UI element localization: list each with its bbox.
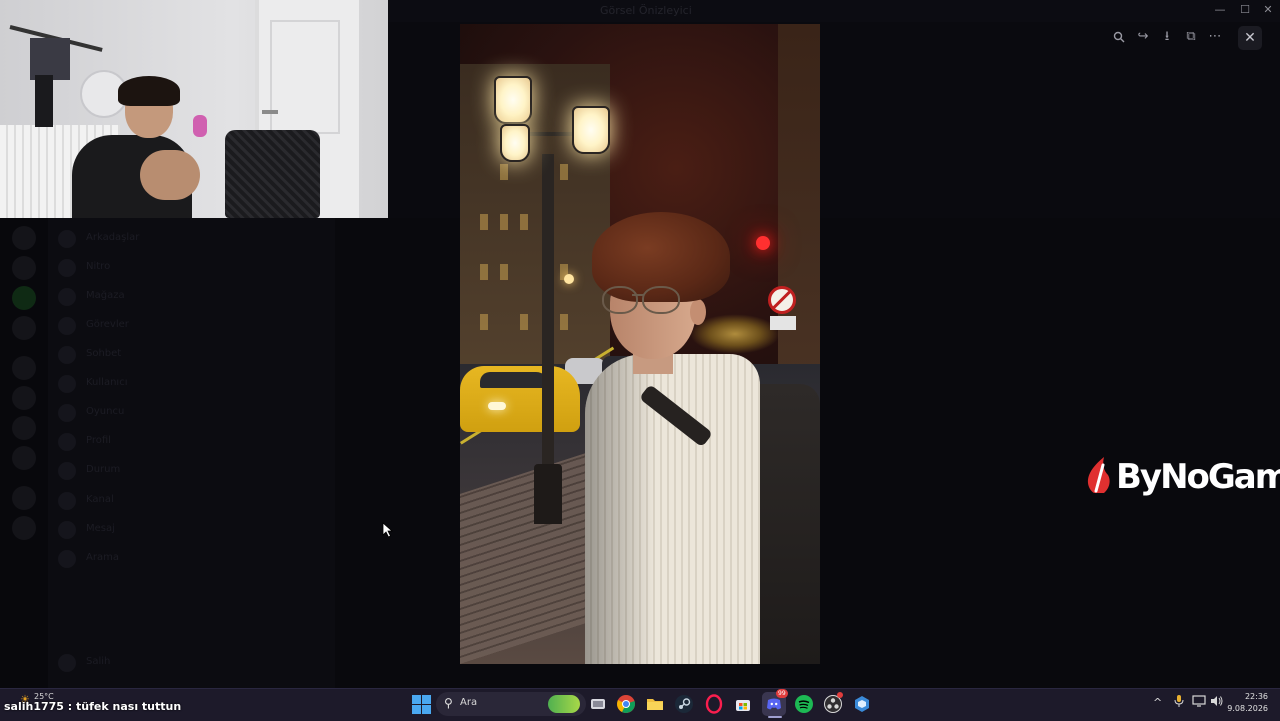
chrome-icon[interactable] xyxy=(616,694,636,714)
background-window-title: Görsel Önizleyici xyxy=(600,4,692,17)
spotify-icon[interactable] xyxy=(794,694,814,714)
dm-item[interactable]: Sohbet xyxy=(58,344,318,366)
server-icon[interactable] xyxy=(12,516,36,540)
app-icon[interactable] xyxy=(852,694,872,714)
search-icon: ⚲ xyxy=(444,696,453,710)
dm-item[interactable]: Kanal xyxy=(58,490,318,512)
open-external-icon[interactable]: ⧉ xyxy=(1180,26,1202,48)
server-icon[interactable] xyxy=(12,416,36,440)
background-titlebar xyxy=(388,0,1280,22)
webcam-feed xyxy=(0,0,388,218)
window-close-button[interactable]: ✕ xyxy=(1258,2,1278,18)
download-icon[interactable]: ⭳ xyxy=(1156,26,1178,48)
search-highlight-icon xyxy=(548,695,580,713)
dm-item[interactable]: Arama xyxy=(58,548,318,570)
opera-gx-icon[interactable] xyxy=(704,694,724,714)
minimize-button[interactable]: — xyxy=(1210,2,1230,18)
dm-item[interactable]: Durum xyxy=(58,460,318,482)
maximize-button[interactable]: ☐ xyxy=(1235,2,1255,18)
taskbar-search[interactable]: ⚲ Ara xyxy=(436,692,586,716)
office-chair xyxy=(225,130,320,218)
server-icon[interactable] xyxy=(12,446,36,470)
user-panel[interactable]: Salih xyxy=(58,652,318,674)
volume-icon[interactable] xyxy=(1210,694,1224,711)
search-placeholder: Ara xyxy=(460,697,478,708)
dm-item[interactable]: Oyuncu xyxy=(58,402,318,424)
traffic-light xyxy=(756,236,770,250)
server-icon[interactable] xyxy=(12,286,36,310)
chat-message-text: tüfek nası tuttun xyxy=(76,700,182,713)
dm-item[interactable]: Arkadaşlar xyxy=(58,228,318,250)
obs-icon[interactable] xyxy=(823,692,843,714)
preview-image xyxy=(460,24,820,664)
clock-time[interactable]: 22:36 xyxy=(1238,692,1268,701)
display-icon[interactable] xyxy=(1192,694,1206,711)
server-icon[interactable] xyxy=(12,226,36,250)
mouse-cursor-icon xyxy=(382,522,394,538)
close-viewer-button[interactable]: ✕ xyxy=(1238,26,1262,50)
microphone-icon[interactable] xyxy=(1173,694,1185,711)
store-icon[interactable] xyxy=(733,694,753,714)
discord-badge: 99 xyxy=(776,689,788,698)
server-icon[interactable] xyxy=(12,256,36,280)
zoom-in-icon[interactable] xyxy=(1108,26,1130,48)
server-icon[interactable] xyxy=(12,316,36,340)
task-view-icon[interactable] xyxy=(588,694,608,714)
dm-item[interactable]: Mesaj xyxy=(58,519,318,541)
dm-item[interactable]: Mağaza xyxy=(58,286,318,308)
image-viewer-toolbar: ↪ ⭳ ⧉ ⋯ xyxy=(1106,26,1236,48)
dm-item[interactable]: Kullanıcı xyxy=(58,373,318,395)
server-icon[interactable] xyxy=(12,386,36,410)
tray-overflow-chevron[interactable]: ^ xyxy=(1153,696,1162,709)
more-icon[interactable]: ⋯ xyxy=(1204,26,1226,48)
bynogame-mark-icon xyxy=(1087,457,1110,493)
chat-separator: : xyxy=(63,700,77,713)
street-lamp xyxy=(542,154,554,514)
logo-text: ByNoGame xyxy=(1116,457,1280,497)
server-icon[interactable] xyxy=(12,356,36,380)
start-button[interactable] xyxy=(410,693,432,715)
clock-date[interactable]: 9.08.2026 xyxy=(1226,704,1268,713)
dm-item[interactable]: Profil xyxy=(58,431,318,453)
dm-item[interactable]: Görevler xyxy=(58,315,318,337)
active-app-indicator xyxy=(768,716,782,718)
discord-icon[interactable]: 99 xyxy=(762,689,788,716)
stream-chat-message: salih1775 : tüfek nası tuttun xyxy=(4,700,181,713)
folder-icon[interactable] xyxy=(645,694,665,714)
dm-item[interactable]: Nitro xyxy=(58,257,318,279)
server-icon[interactable] xyxy=(12,486,36,510)
chat-username: salih1775 xyxy=(4,700,64,713)
windows-taskbar xyxy=(0,688,1280,721)
steam-icon[interactable] xyxy=(674,694,694,714)
forward-icon[interactable]: ↪ xyxy=(1132,26,1154,48)
